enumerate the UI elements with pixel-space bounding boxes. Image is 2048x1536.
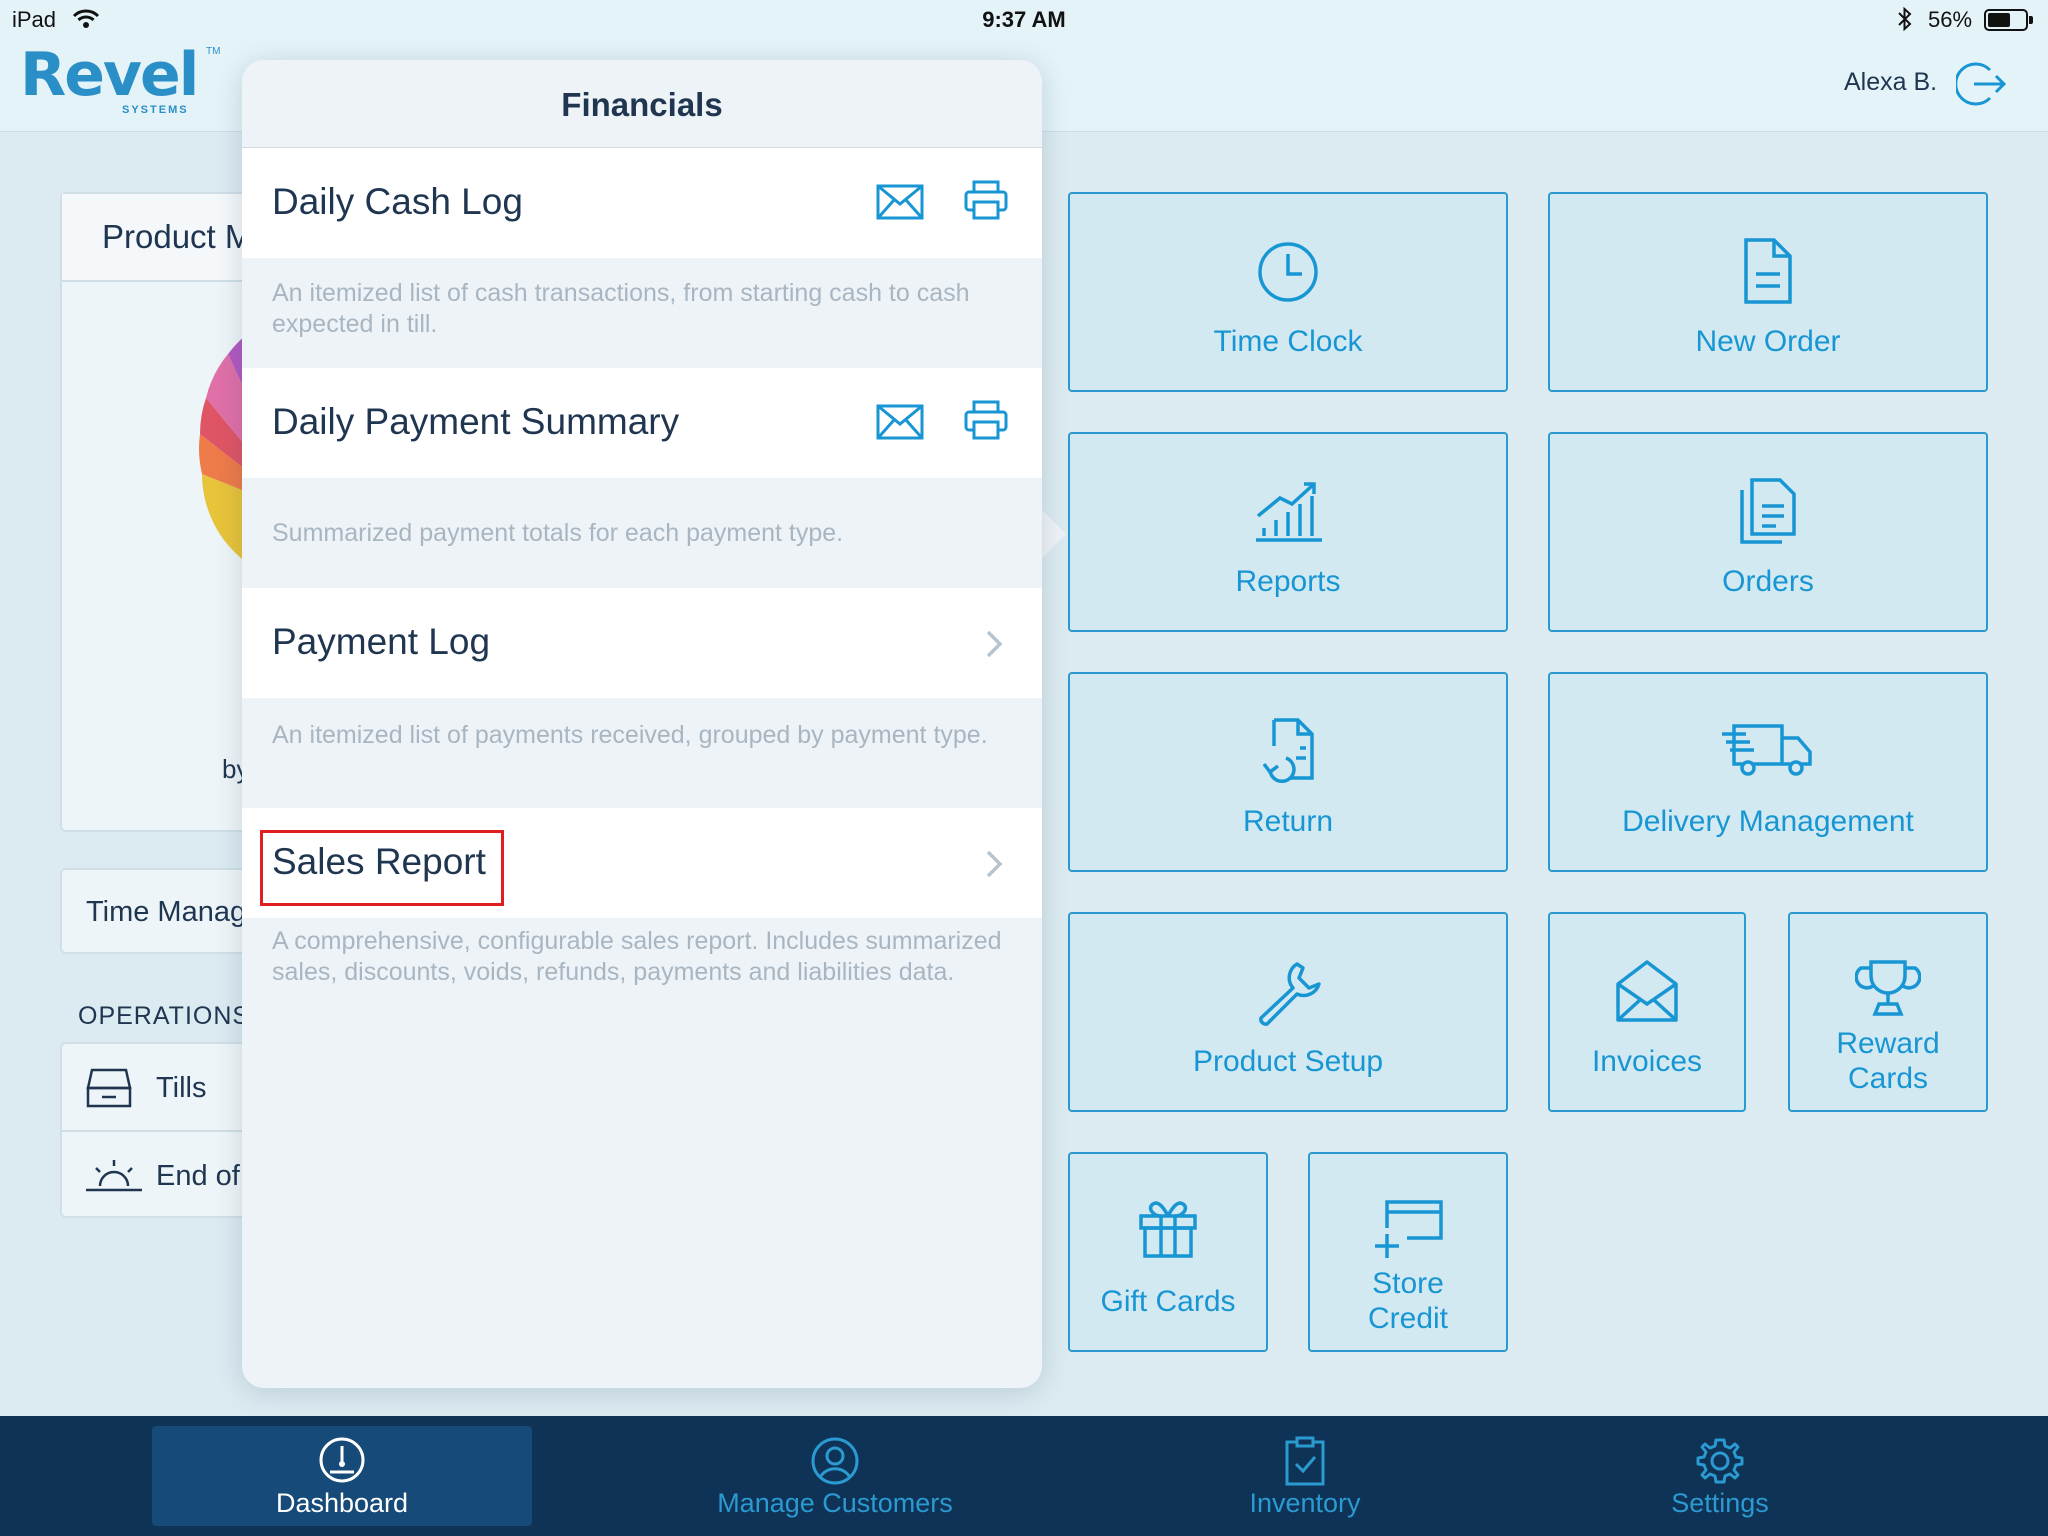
trophy-icon bbox=[1855, 960, 1921, 1016]
tile-gift-cards[interactable]: Gift Cards bbox=[1068, 1152, 1268, 1352]
report-description: Summarized payment totals for each payme… bbox=[242, 518, 1042, 588]
bluetooth-icon bbox=[1898, 6, 1912, 32]
chevron-right-icon bbox=[986, 630, 1003, 658]
clipboard-check-icon bbox=[1285, 1436, 1325, 1486]
sunset-icon bbox=[86, 1160, 142, 1192]
report-row-daily-cash-log[interactable]: Daily Cash Log bbox=[242, 148, 1042, 258]
bottom-tab-bar: Dashboard Manage Customers Inventory Set… bbox=[0, 1416, 2048, 1536]
report-description: A comprehensive, configurable sales repo… bbox=[242, 926, 1042, 1036]
till-drawer-icon bbox=[86, 1068, 132, 1108]
tile-product-setup[interactable]: Product Setup bbox=[1068, 912, 1508, 1112]
user-circle-icon bbox=[811, 1437, 859, 1485]
email-icon[interactable] bbox=[876, 404, 924, 440]
print-icon[interactable] bbox=[964, 400, 1008, 440]
tile-invoices[interactable]: Invoices bbox=[1548, 912, 1746, 1112]
document-icon bbox=[1744, 238, 1792, 304]
tab-settings[interactable]: Settings bbox=[1620, 1416, 1820, 1536]
tile-time-clock[interactable]: Time Clock bbox=[1068, 192, 1508, 392]
financials-popover: Financials Daily Cash Log An itemized li… bbox=[242, 60, 1042, 1388]
popover-title: Financials bbox=[242, 60, 1042, 148]
revel-logo: Revel SYSTEMS TM bbox=[20, 40, 221, 116]
tab-manage-customers[interactable]: Manage Customers bbox=[680, 1416, 990, 1536]
print-icon[interactable] bbox=[964, 180, 1008, 220]
clock: 9:37 AM bbox=[982, 7, 1066, 32]
status-bar: iPad 9:37 AM 56% bbox=[0, 0, 2048, 40]
operations-heading: OPERATIONS bbox=[78, 1002, 251, 1030]
gift-icon bbox=[1139, 1201, 1197, 1258]
report-row-sales-report[interactable]: Sales Report bbox=[242, 808, 1042, 918]
report-description: An itemized list of payments received, g… bbox=[242, 720, 1042, 808]
email-icon[interactable] bbox=[876, 184, 924, 220]
report-row-daily-payment-summary[interactable]: Daily Payment Summary bbox=[242, 368, 1042, 478]
invoice-envelope-icon bbox=[1616, 960, 1678, 1022]
battery-percent: 56% bbox=[1928, 7, 1973, 32]
tile-reports[interactable]: Reports bbox=[1068, 432, 1508, 632]
tile-store-credit[interactable]: Store Credit bbox=[1308, 1152, 1508, 1352]
report-row-payment-log[interactable]: Payment Log bbox=[242, 588, 1042, 698]
logout-icon[interactable] bbox=[1956, 58, 2008, 110]
documents-icon bbox=[1740, 478, 1796, 544]
popover-arrow bbox=[1040, 508, 1066, 560]
wrench-icon bbox=[1259, 962, 1321, 1026]
user-name: Alexa B. bbox=[1844, 68, 1938, 96]
tile-return[interactable]: Return bbox=[1068, 672, 1508, 872]
gear-icon bbox=[1696, 1438, 1744, 1484]
return-document-icon bbox=[1262, 718, 1314, 784]
chevron-right-icon bbox=[986, 850, 1003, 878]
battery-icon bbox=[1984, 9, 2033, 31]
tile-orders[interactable]: Orders bbox=[1548, 432, 1988, 632]
speedometer-icon bbox=[319, 1437, 365, 1483]
delivery-truck-icon bbox=[1722, 724, 1812, 776]
tile-new-order[interactable]: New Order bbox=[1548, 192, 1988, 392]
clock-icon bbox=[1258, 242, 1318, 302]
tab-inventory[interactable]: Inventory bbox=[1200, 1416, 1410, 1536]
bar-chart-icon bbox=[1256, 482, 1322, 542]
tab-dashboard[interactable]: Dashboard bbox=[152, 1426, 532, 1526]
credit-card-plus-icon bbox=[1375, 1200, 1443, 1258]
tile-reward-cards[interactable]: Reward Cards bbox=[1788, 912, 1988, 1112]
tile-delivery-management[interactable]: Delivery Management bbox=[1548, 672, 1988, 872]
